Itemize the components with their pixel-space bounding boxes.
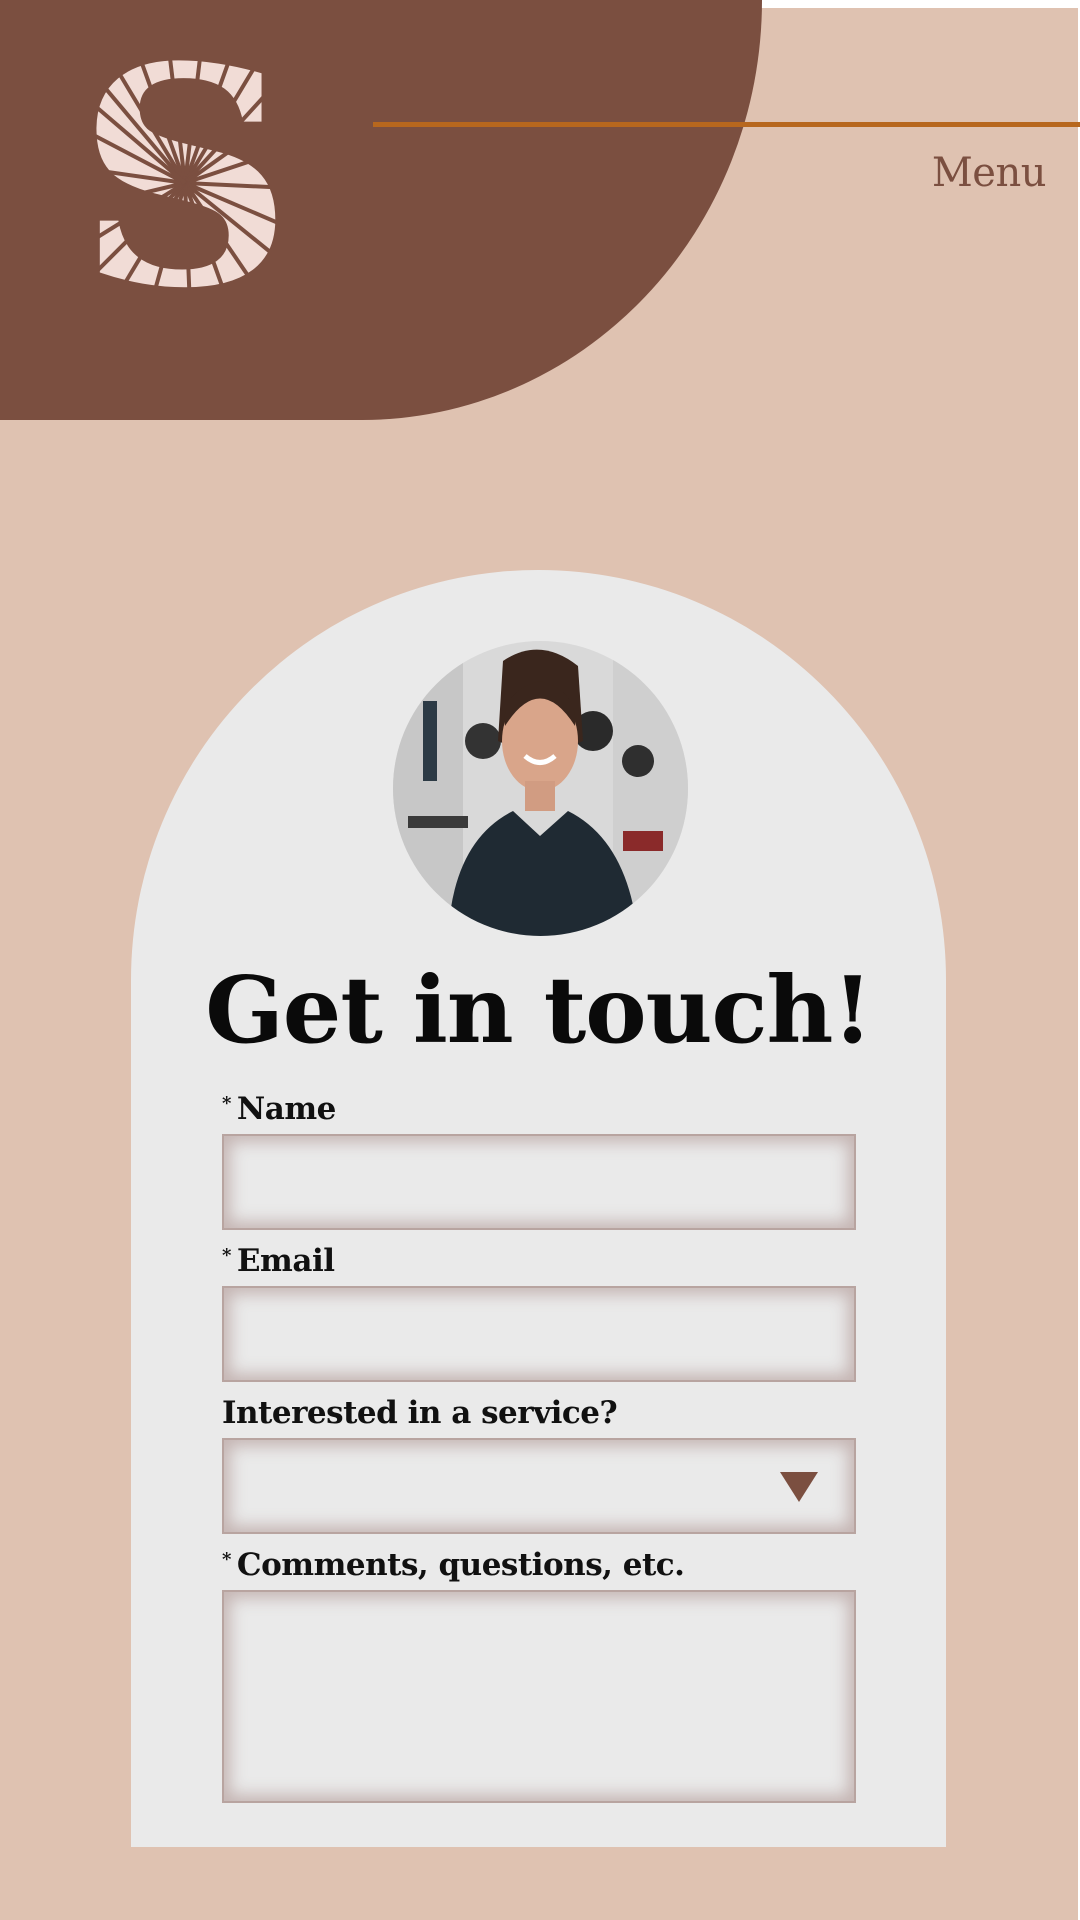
comments-field[interactable] xyxy=(222,1590,856,1803)
menu-button[interactable]: Menu xyxy=(932,150,1047,196)
header-background: S xyxy=(0,0,762,420)
chevron-down-icon[interactable] xyxy=(780,1472,818,1502)
page-title: Get in touch! xyxy=(205,956,873,1064)
trainer-photo xyxy=(393,641,688,936)
email-label-text: Email xyxy=(236,1243,335,1279)
page-edge-top xyxy=(760,0,1080,8)
service-select[interactable] xyxy=(222,1438,856,1534)
email-input[interactable] xyxy=(224,1288,854,1380)
required-mark: * xyxy=(222,1549,231,1570)
comments-label-text: Comments, questions, etc. xyxy=(236,1547,685,1583)
name-label: * Name xyxy=(222,1091,336,1127)
service-label: Interested in a service? xyxy=(222,1395,618,1431)
comments-label: * Comments, questions, etc. xyxy=(222,1547,685,1583)
contact-card: Get in touch! * Name * Email Interested in… xyxy=(131,570,946,1847)
service-label-text: Interested in a service? xyxy=(222,1395,618,1431)
header-divider xyxy=(373,122,1080,127)
name-label-text: Name xyxy=(236,1091,336,1127)
email-field[interactable] xyxy=(222,1286,856,1382)
avatar xyxy=(393,641,688,936)
name-field[interactable] xyxy=(222,1134,856,1230)
logo-icon[interactable]: S xyxy=(80,58,290,308)
name-input[interactable] xyxy=(224,1136,854,1228)
required-mark: * xyxy=(222,1245,231,1266)
comments-textarea[interactable] xyxy=(224,1592,854,1801)
required-mark: * xyxy=(222,1093,231,1114)
email-label: * Email xyxy=(222,1243,335,1279)
